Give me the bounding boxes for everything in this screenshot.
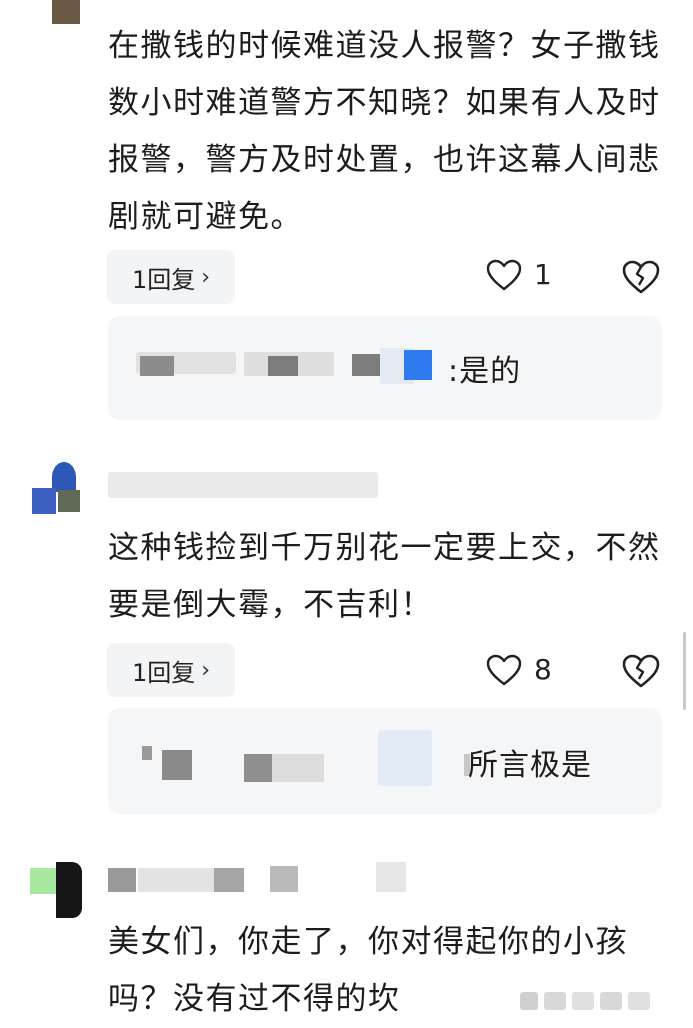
blurred-username — [108, 868, 136, 892]
chevron-right-icon: › — [201, 264, 211, 290]
blurred-username — [142, 746, 152, 760]
sub-reply-text: :是的 — [448, 354, 522, 389]
scrollbar[interactable] — [683, 632, 686, 710]
watermark — [520, 990, 680, 1012]
broken-heart-icon — [622, 654, 660, 688]
chevron-right-icon: › — [201, 657, 211, 683]
comment-1: 在撒钱的时候难道没人报警？女子撒钱数小时难道警方不知晓？如果有人及时报警，警方及… — [108, 18, 668, 246]
comment-2: 这种钱捡到千万别花一定要上交，不然要是倒大霉，不吉利！ — [108, 520, 668, 634]
dislike-button[interactable] — [622, 260, 660, 298]
sub-reply[interactable]: 所言极是 — [108, 708, 662, 814]
avatar[interactable] — [52, 0, 80, 24]
sub-reply[interactable]: :是的 — [108, 316, 662, 420]
like-button[interactable]: 8 — [486, 653, 552, 686]
heart-outline-icon — [486, 654, 522, 685]
like-button[interactable]: 1 — [486, 258, 552, 291]
like-count: 8 — [534, 653, 552, 686]
comment-text: 在撒钱的时候难道没人报警？女子撒钱数小时难道警方不知晓？如果有人及时报警，警方及… — [108, 28, 661, 235]
reply-count-label: 1回复 — [131, 265, 196, 294]
like-count: 1 — [534, 258, 552, 291]
avatar[interactable] — [30, 862, 82, 918]
sub-reply-text: 所言极是 — [468, 748, 592, 783]
reply-count-button[interactable]: 1回复 › — [107, 643, 235, 697]
heart-outline-icon — [486, 259, 522, 290]
reply-count-button[interactable]: 1回复 › — [107, 250, 235, 304]
reply-count-label: 1回复 — [131, 658, 196, 687]
avatar[interactable] — [32, 462, 82, 514]
broken-heart-icon — [622, 260, 660, 294]
dislike-button[interactable] — [622, 654, 660, 692]
comment-text: 这种钱捡到千万别花一定要上交，不然要是倒大霉，不吉利！ — [108, 530, 661, 623]
